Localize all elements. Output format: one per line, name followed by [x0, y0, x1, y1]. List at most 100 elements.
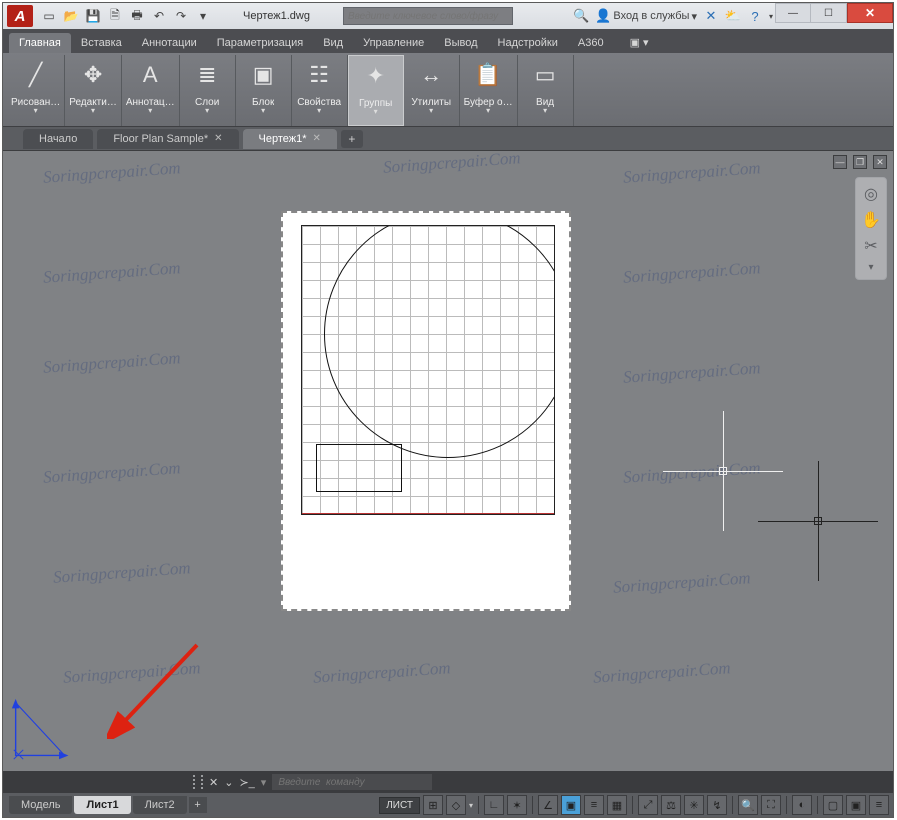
chevron-down-icon: ▾ — [374, 107, 378, 116]
scale-lock-icon[interactable]: ⛶ — [761, 795, 781, 815]
help-icon[interactable]: ? — [747, 8, 763, 24]
ribbon-tab[interactable]: A360 — [568, 33, 614, 53]
ribbon-tab[interactable]: Вывод — [434, 33, 487, 53]
snap-dropdown-icon[interactable]: ▾ — [469, 801, 473, 810]
watermark-text: Soringpcrepair.Com — [612, 568, 751, 598]
transparency-toggle-icon[interactable]: ▦ — [607, 795, 627, 815]
ribbon-tab[interactable]: Аннотации — [132, 33, 207, 53]
ribbon-panel[interactable]: ▣Блок▾ — [236, 55, 292, 126]
pan-icon[interactable]: ✋ — [861, 210, 881, 230]
sheet-tab[interactable]: Лист1 — [74, 796, 130, 814]
search-go-icon[interactable]: 🔍 — [573, 8, 589, 24]
zoom-extents-icon[interactable]: ✂ — [864, 236, 877, 256]
ribbon-panel[interactable]: ✦Группы▾ — [348, 55, 404, 126]
mdi-minimize-button[interactable]: — — [833, 155, 847, 169]
command-line[interactable]: ✕ ⌄ ≻_ ▾ — [3, 771, 893, 793]
ribbon-panel[interactable]: ↔Утилиты▾ — [404, 55, 460, 126]
close-icon[interactable]: ✕ — [313, 133, 321, 144]
grid-toggle-icon[interactable]: ⊞ — [423, 795, 443, 815]
save-icon[interactable]: 💾 — [83, 6, 103, 26]
status-bar: ЛИСТ ⊞ ◇ ▾ ∟ ✶ ∠ ▣ ≡ ▦ ⤢ ⚖ ✳ ↯ 🔍 ⛶ ◐ ▢ ▣… — [379, 795, 889, 815]
group-icon: ✦ — [360, 60, 392, 92]
undo-icon[interactable]: ↶ — [149, 6, 169, 26]
space-mode-label[interactable]: ЛИСТ — [379, 797, 420, 814]
selection-cycling-icon[interactable]: ⤢ — [638, 795, 658, 815]
close-button[interactable]: ✕ — [847, 3, 893, 23]
annoauto-icon[interactable]: ↯ — [707, 795, 727, 815]
search-input[interactable] — [348, 11, 508, 22]
new-icon[interactable]: ▭ — [39, 6, 59, 26]
document-tab[interactable]: Начало — [23, 129, 93, 149]
mdi-close-button[interactable]: ✕ — [873, 155, 887, 169]
sign-in-button[interactable]: 👤 Вход в службы ▾ — [595, 8, 697, 24]
ribbon-panel[interactable]: ✥Редакти…▾ — [65, 55, 122, 126]
annoscale-icon[interactable]: ⚖ — [661, 795, 681, 815]
ribbon-panel[interactable]: 📋Буфер о…▾ — [460, 55, 518, 126]
mdi-restore-button[interactable]: ❐ — [853, 155, 867, 169]
polar-toggle-icon[interactable]: ✶ — [507, 795, 527, 815]
maximize-button[interactable]: ☐ — [811, 3, 847, 23]
ribbon-minimize-button[interactable]: ▣ ▾ — [620, 32, 659, 53]
open-icon[interactable]: 📂 — [61, 6, 81, 26]
ribbon-tab[interactable]: Вид — [313, 33, 353, 53]
clean-screen-icon[interactable]: ▣ — [846, 795, 866, 815]
sheet-tab[interactable]: Модель — [9, 796, 72, 814]
watermark-text: Soringpcrepair.Com — [42, 158, 181, 188]
add-sheet-tab-button[interactable]: + — [189, 797, 207, 813]
drawing-circle — [324, 226, 554, 458]
watermark-text: Soringpcrepair.Com — [622, 158, 761, 188]
print-icon[interactable]: 🖶 — [127, 6, 147, 26]
steering-wheel-icon[interactable]: ◎ — [864, 184, 878, 204]
scale-popup-icon[interactable]: 🔍 — [738, 795, 758, 815]
workspace-icon[interactable]: ◐ — [792, 795, 812, 815]
chevron-down-icon: ▾ — [429, 106, 433, 115]
redo-icon[interactable]: ↷ — [171, 6, 191, 26]
lineweight-toggle-icon[interactable]: ≡ — [584, 795, 604, 815]
otrack-toggle-icon[interactable]: ▣ — [561, 795, 581, 815]
ribbon-tab[interactable]: Главная — [9, 33, 71, 53]
saveas-icon[interactable]: 🗎 — [105, 6, 125, 26]
nav-bar-chevron-icon[interactable]: ▾ — [868, 262, 873, 273]
chevron-down-icon[interactable]: ▾ — [769, 12, 773, 21]
ortho-toggle-icon[interactable]: ∟ — [484, 795, 504, 815]
close-icon[interactable]: ✕ — [214, 133, 222, 144]
minimize-button[interactable]: — — [775, 3, 811, 23]
watermark-text: Soringpcrepair.Com — [622, 458, 761, 488]
command-history-icon[interactable]: ⌄ — [224, 776, 233, 789]
chevron-down-icon: ▾ — [205, 106, 209, 115]
ribbon-tab[interactable]: Управление — [353, 33, 434, 53]
exchange-icon[interactable]: ✕ — [703, 8, 719, 24]
chevron-down-icon: ▾ — [317, 106, 321, 115]
app-menu-button[interactable]: A — [7, 5, 33, 27]
snap-toggle-icon[interactable]: ◇ — [446, 795, 466, 815]
add-document-tab-button[interactable]: + — [341, 130, 363, 148]
title-bar: A ▭ 📂 💾 🗎 🖶 ↶ ↷ ▾ Чертеж1.dwg 🔍 👤 Вход в… — [3, 3, 893, 29]
ribbon-panel[interactable]: ▭Вид▾ — [518, 55, 574, 126]
navigation-bar[interactable]: ◎ ✋ ✂ ▾ — [855, 177, 887, 280]
ribbon-tab[interactable]: Параметризация — [207, 33, 313, 53]
ribbon-panel[interactable]: AАннотац…▾ — [122, 55, 180, 126]
ucs-icon — [9, 697, 77, 763]
ribbon-panel[interactable]: ≣Слои▾ — [180, 55, 236, 126]
command-line-close-icon[interactable]: ✕ — [209, 776, 218, 789]
ribbon-tab[interactable]: Вставка — [71, 33, 132, 53]
qat-dropdown-icon[interactable]: ▾ — [193, 6, 213, 26]
drawing-area[interactable]: — ❐ ✕ ◎ ✋ ✂ ▾ Soringpcrepair.Com Soringpc… — [3, 151, 893, 771]
a360-icon[interactable]: ⛅ — [725, 8, 741, 24]
command-input[interactable] — [272, 774, 432, 790]
ribbon-panel[interactable]: ╱Рисован…▾ — [7, 55, 65, 126]
document-tab[interactable]: Floor Plan Sample*✕ — [97, 129, 238, 149]
customize-status-icon[interactable]: ≡ — [869, 795, 889, 815]
document-tab-label: Чертеж1* — [259, 133, 307, 145]
infocenter-search[interactable] — [343, 7, 513, 25]
clipboard-icon: 📋 — [472, 59, 504, 91]
annovis-icon[interactable]: ✳ — [684, 795, 704, 815]
document-tab[interactable]: Чертеж1* ✕ — [243, 129, 337, 149]
watermark-text: Soringpcrepair.Com — [382, 151, 521, 178]
ribbon-panel[interactable]: ☷Свойства▾ — [292, 55, 348, 126]
ribbon-tab[interactable]: Надстройки — [488, 33, 568, 53]
sheet-tab[interactable]: Лист2 — [133, 796, 187, 814]
osnap-toggle-icon[interactable]: ∠ — [538, 795, 558, 815]
command-line-grip[interactable] — [193, 775, 203, 789]
hardware-accel-icon[interactable]: ▢ — [823, 795, 843, 815]
